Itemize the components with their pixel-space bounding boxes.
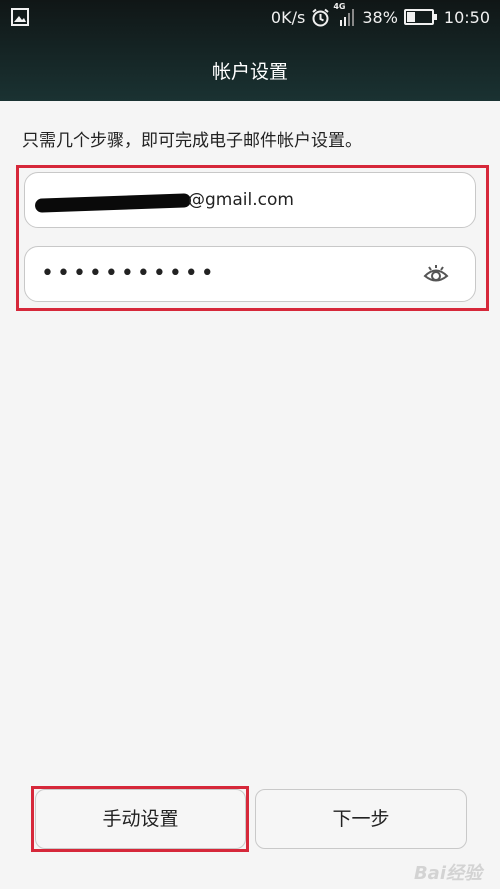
watermark: Bai经验 [413, 863, 482, 884]
photo-icon [11, 8, 29, 26]
highlight-box-manual [31, 786, 249, 852]
status-right: 0K/s 4G 38% 10:50 [270, 2, 490, 27]
network-type: 4G [333, 2, 346, 11]
next-button[interactable]: 下一步 [255, 789, 467, 849]
alarm-icon [312, 8, 329, 26]
header: 0K/s 4G 38% 10:50 帐户设置 [0, 0, 500, 101]
net-speed: 0K/s [270, 7, 306, 27]
page-title: 帐户设置 [211, 61, 288, 83]
battery-level [406, 12, 416, 22]
email-account-setup-screen: 0K/s 4G 38% 10:50 帐户设置 只需几个步骤，即可完成电子邮件帐户… [0, 0, 500, 889]
status-bar: 0K/s 4G 38% 10:50 [0, 0, 500, 36]
battery-icon [403, 9, 437, 25]
battery-percent: 38% [362, 7, 398, 27]
intro-text: 只需几个步骤，即可完成电子邮件帐户设置。 [22, 131, 362, 151]
highlight-box-fields [16, 165, 489, 311]
signal-icon: 4G [333, 2, 356, 27]
status-time: 10:50 [443, 7, 490, 27]
